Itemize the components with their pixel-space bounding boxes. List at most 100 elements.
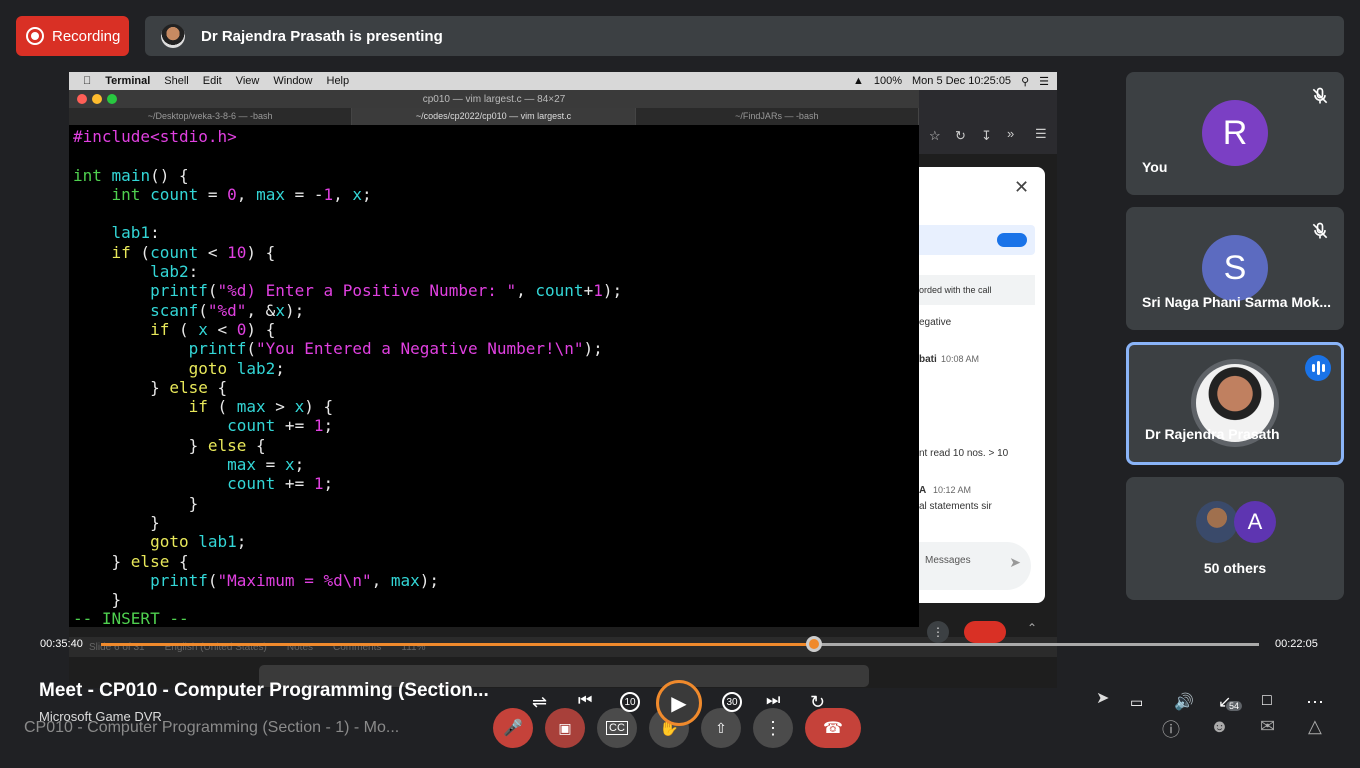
repeat-off-icon[interactable]: ↻ [810,692,825,713]
terminal-titlebar: cp010 — vim largest.c — 84×27 [69,90,919,108]
captions-button[interactable]: CC [597,708,637,748]
camera-off-button[interactable]: ▣ [545,708,585,748]
mic-off-button[interactable]: 🎤 [493,708,533,748]
control-center-icon[interactable]: ☰ [1039,75,1049,88]
participant-tile-others[interactable]: A 50 others [1126,477,1344,600]
code-line: } [73,493,199,513]
menu-help[interactable]: Help [327,75,350,87]
skip-forward-button[interactable]: 30 [722,692,742,712]
code-line: lab1: [111,223,160,243]
present-button[interactable]: ⇧ [701,708,741,748]
more-horiz-icon[interactable]: ⋯ [1306,692,1324,713]
apple-icon[interactable]:  [83,75,91,87]
code-line: } else { [73,551,189,571]
code-line: max = x; [227,455,305,475]
participant-tile-sri[interactable]: S Sri Naga Phani Sarma Mok... [1126,207,1344,330]
star-icon[interactable]: ☆ [929,128,941,144]
chat-line-3: al statements sir [919,501,992,512]
chat-line-1: egative [919,317,952,328]
compact-overlay-icon[interactable]: ↙ [1218,692,1231,712]
seek-handle[interactable] [806,636,822,652]
miniplayer-icon[interactable]: ▭ [1130,694,1143,711]
chat-icon[interactable]: ✉ [1260,716,1275,737]
avatar [1196,501,1238,543]
code-line: if ( x < 0) { [150,319,276,339]
participant-tile-you[interactable]: R You [1126,72,1344,195]
participant-name: Sri Naga Phani Sarma Mok... [1142,294,1332,310]
volume-icon[interactable]: 🔊 [1174,692,1194,712]
shuffle-icon[interactable]: ⇌ [532,692,547,713]
more-tools-icon[interactable]: » [1007,126,1014,141]
shared-screen:  Terminal Shell Edit View Window Help ▲… [69,72,1057,688]
speaking-icon [1305,355,1331,381]
send-icon[interactable]: ➤ [1009,554,1021,571]
code-line: goto lab2; [188,358,285,378]
more-options-button[interactable]: ⋮ [753,708,793,748]
menu-shell[interactable]: Shell [164,75,188,87]
zoom-window-icon[interactable] [107,94,117,104]
code-line: printf("%d) Enter a Positive Number: ", … [150,281,623,301]
chat-input[interactable]: Messages ➤ [919,542,1031,590]
skip-forward-label: 30 [726,696,738,708]
code-line: if ( max > x) { [188,397,334,417]
info-icon[interactable]: ⓘ [1162,716,1180,742]
terminal-tab-weka[interactable]: ~/Desktop/weka-3-8-6 — -bash [69,108,353,125]
present-icon: ⇧ [715,719,727,736]
phone-hangup-icon: ☎ [823,720,843,737]
code-line: } else { [73,435,266,455]
chat-sender-2: A [919,485,927,496]
menu-edit[interactable]: Edit [203,75,222,87]
minimize-window-icon[interactable] [92,94,102,104]
code-line: } [73,512,160,532]
people-icon[interactable]: ☻ [1210,716,1229,737]
mic-off-icon [1312,87,1328,104]
wifi-icon[interactable]: ▲ [853,75,864,87]
clock-label[interactable]: Mon 5 Dec 10:25:05 [912,75,1011,87]
download-icon[interactable]: ↧ [981,128,992,144]
browser-menu-icon[interactable]: ☰ [1035,126,1047,142]
participant-tile-rajendra[interactable]: Dr Rajendra Prasath [1126,342,1344,465]
terminal-tabs: ~/Desktop/weka-3-8-6 — -bash ~/codes/cp2… [69,108,919,125]
code-line: -- INSERT -- [73,609,189,627]
camera-off-icon: ▣ [558,719,572,736]
presenting-banner: Dr Rajendra Prasath is presenting [145,16,1344,56]
code-line: } else { [73,377,228,397]
mic-off-icon [1312,222,1328,239]
expand-icon[interactable]: ⌃ [1027,621,1037,635]
captions-icon: CC [606,721,628,735]
code-line: count += 1; [227,416,334,436]
avatar: S [1202,235,1268,301]
more-vert-icon: ⋮ [764,717,782,738]
participant-name: Dr Rajendra Prasath [1145,426,1280,442]
leave-call-button[interactable] [964,621,1006,643]
chat-sender-1: bati [919,354,937,365]
close-window-icon[interactable] [77,94,87,104]
spotlight-icon[interactable]: ⚲ [1021,75,1029,88]
terminal-tab-vim[interactable]: ~/codes/cp2022/cp010 — vim largest.c [352,108,636,125]
menu-view[interactable]: View [236,75,260,87]
chat-toggle[interactable] [919,225,1035,255]
recording-indicator[interactable]: Recording [16,16,129,56]
fullscreen-exit-icon[interactable]: □ [1262,692,1272,710]
participant-name: 50 others [1203,560,1267,576]
activities-icon[interactable]: △ [1308,716,1322,737]
more-options-icon[interactable]: ⋮ [927,621,949,643]
play-button[interactable]: ▶ [656,680,702,726]
battery-label[interactable]: 100% [874,75,902,87]
next-icon[interactable]: ⏭ [766,692,780,710]
vim-editor[interactable]: #include<stdio.h> int main() { int count… [69,125,919,627]
reload-icon[interactable]: ↻ [955,128,966,144]
skip-back-button[interactable]: 10 [620,692,640,712]
menu-app-name[interactable]: Terminal [105,75,150,87]
chat-note: orded with the call [919,275,1035,305]
meet-chat-panel: ✕ orded with the call egative bati 10:08… [919,167,1045,603]
menu-window[interactable]: Window [273,75,312,87]
leave-call-button[interactable]: ☎ [805,708,861,748]
terminal-tab-findjars[interactable]: ~/FindJARs — -bash [636,108,919,125]
chat-time-2: 10:12 AM [933,485,972,495]
close-icon[interactable]: ✕ [1014,177,1029,198]
participant-name: You [1142,159,1168,175]
code-line: count += 1; [227,474,334,494]
meeting-title: CP010 - Computer Programming (Section - … [24,719,400,736]
previous-icon[interactable]: ⏮ [578,692,592,710]
